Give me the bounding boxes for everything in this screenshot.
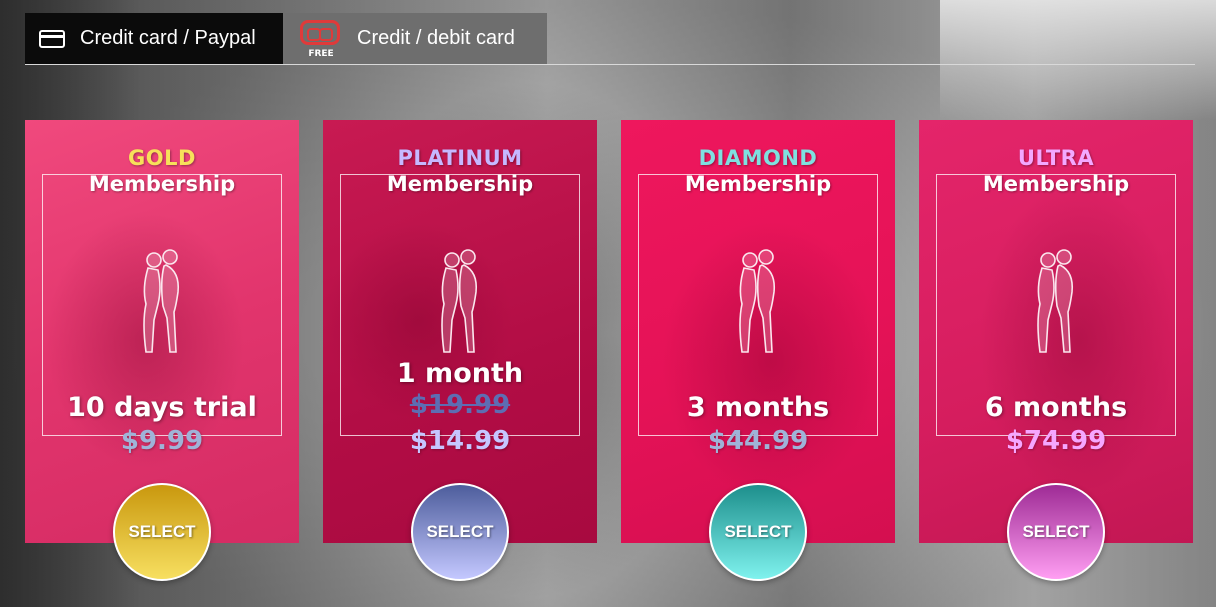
plan-card-diamond: DIAMOND Membership 3 months $44.99 SELEC…: [621, 120, 895, 581]
plan-card-gold: GOLD Membership 10 days trial $9.99 SELE…: [25, 120, 299, 581]
select-label: SELECT: [724, 522, 792, 541]
select-button-diamond[interactable]: SELECT: [709, 483, 807, 581]
plan-duration: 3 months: [686, 392, 830, 423]
plan-price: $14.99: [409, 426, 511, 456]
plan-duration: 10 days trial: [67, 392, 257, 423]
couple-icon: [441, 249, 478, 353]
plan-duration: 6 months: [984, 392, 1128, 423]
select-label: SELECT: [1022, 522, 1090, 541]
membership-label: Membership: [386, 172, 534, 196]
plan-duration: 1 month: [396, 358, 524, 389]
membership-label: Membership: [684, 172, 832, 196]
tab-label: Credit / debit card: [357, 27, 515, 49]
tab-credit-card-paypal[interactable]: Credit card / Paypal: [25, 13, 283, 64]
membership-label: Membership: [982, 172, 1130, 196]
select-button-ultra[interactable]: SELECT: [1007, 483, 1105, 581]
payment-method-tabs: Credit card / Paypal FREE Credit / debit…: [25, 13, 1195, 65]
plan-card-platinum: PLATINUM Membership 1 month $19.99 $14.9…: [323, 120, 597, 581]
free-badge: FREE: [308, 48, 334, 59]
tier-name: DIAMOND: [698, 146, 818, 170]
tier-name: PLATINUM: [397, 146, 523, 170]
tab-credit-debit-card[interactable]: FREE Credit / debit card: [285, 13, 547, 64]
select-label: SELECT: [426, 522, 494, 541]
credit-card-icon: [39, 29, 65, 48]
plan-price: $44.99: [707, 426, 809, 456]
couple-icon: [143, 249, 180, 353]
select-label: SELECT: [128, 522, 196, 541]
plan-price: $74.99: [1005, 426, 1107, 456]
plan-old-price: $19.99: [409, 390, 511, 420]
select-button-gold[interactable]: SELECT: [113, 483, 211, 581]
couple-icon: [739, 249, 776, 353]
tier-name: GOLD: [128, 146, 196, 170]
select-button-platinum[interactable]: SELECT: [411, 483, 509, 581]
couple-icon: [1037, 249, 1074, 353]
membership-label: Membership: [88, 172, 236, 196]
tier-name: ULTRA: [1017, 146, 1095, 170]
plan-price: $9.99: [120, 426, 204, 456]
plan-card-ultra: ULTRA Membership 6 months $74.99 SELECT: [919, 120, 1193, 581]
vr-headset-icon: FREE: [299, 17, 343, 61]
tab-label: Credit card / Paypal: [80, 27, 256, 49]
